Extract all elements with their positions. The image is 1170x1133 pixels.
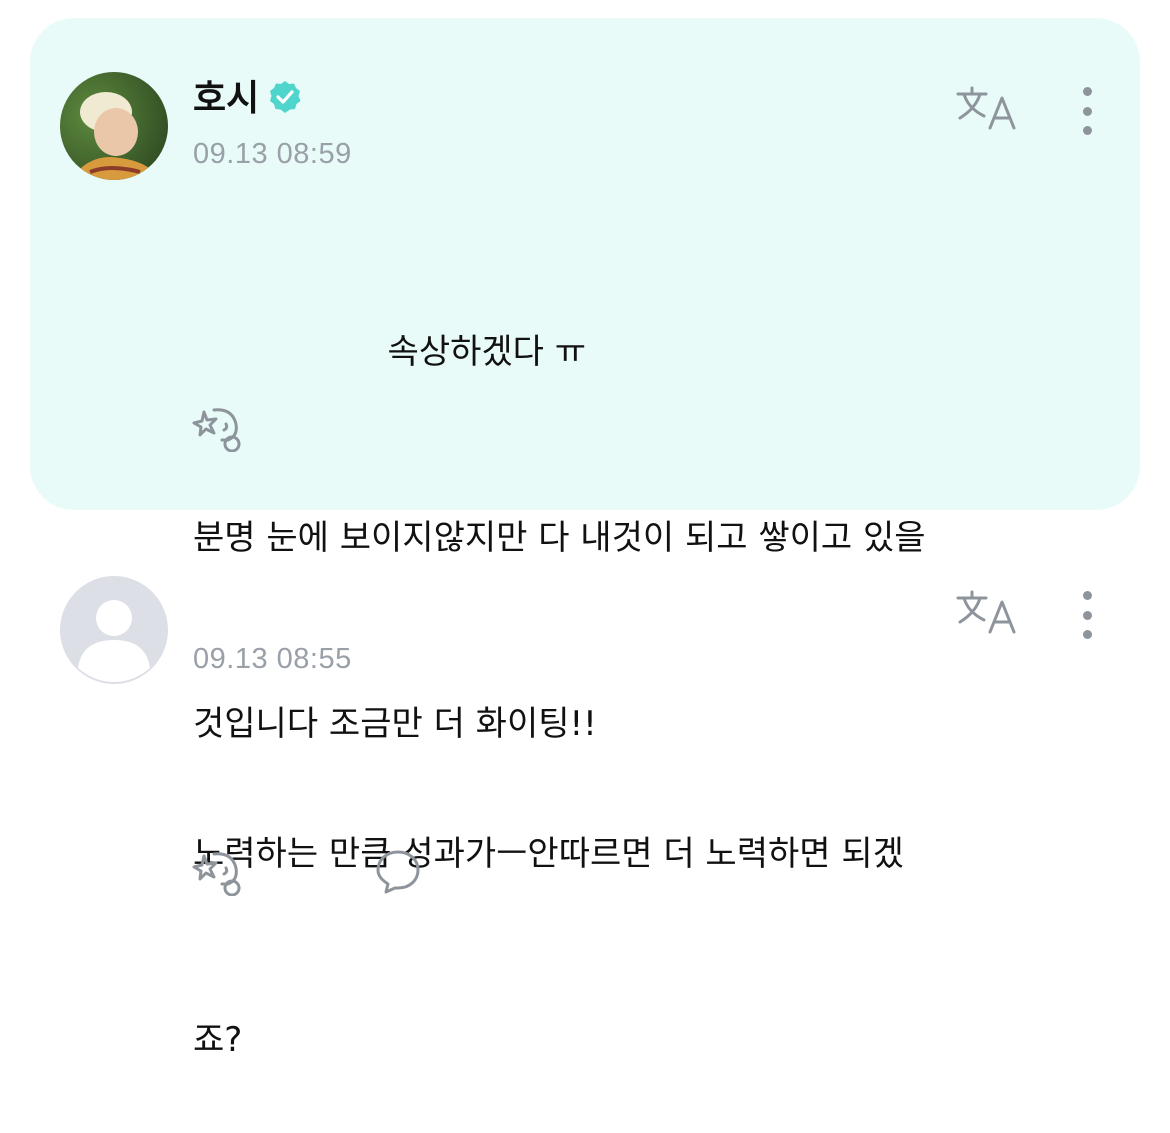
reply-line: 노력하는 만큼 성과가ㅡ안따르면 더 노력하면 되겠 (193, 834, 904, 874)
reply-body: 노력하는 만큼 성과가ㅡ안따르면 더 노력하면 되겠 죠? (193, 699, 904, 1133)
author-avatar[interactable] (60, 72, 168, 180)
verified-badge-icon (267, 79, 303, 119)
add-reaction-icon[interactable] (192, 848, 248, 900)
post-timestamp: 09.13 08:59 (193, 138, 352, 170)
reply-line: 죠? (193, 1020, 243, 1060)
comment-bubble-icon[interactable] (374, 848, 422, 898)
author-name[interactable]: 호시 (193, 76, 259, 122)
post-line: 속상하겠다 ㅠ (193, 332, 587, 372)
reply-timestamp: 09.13 08:55 (193, 643, 352, 675)
author-name-row: 호시 (193, 76, 303, 122)
more-vertical-icon[interactable] (1077, 591, 1097, 639)
translate-icon[interactable] (956, 84, 1018, 136)
add-reaction-icon[interactable] (192, 404, 248, 456)
commenter-avatar[interactable] (60, 576, 168, 684)
post-line: 분명 눈에 보이지않지만 다 내것이 되고 쌓이고 있을 (193, 518, 926, 558)
translate-icon[interactable] (956, 588, 1018, 640)
more-vertical-icon[interactable] (1077, 87, 1097, 135)
